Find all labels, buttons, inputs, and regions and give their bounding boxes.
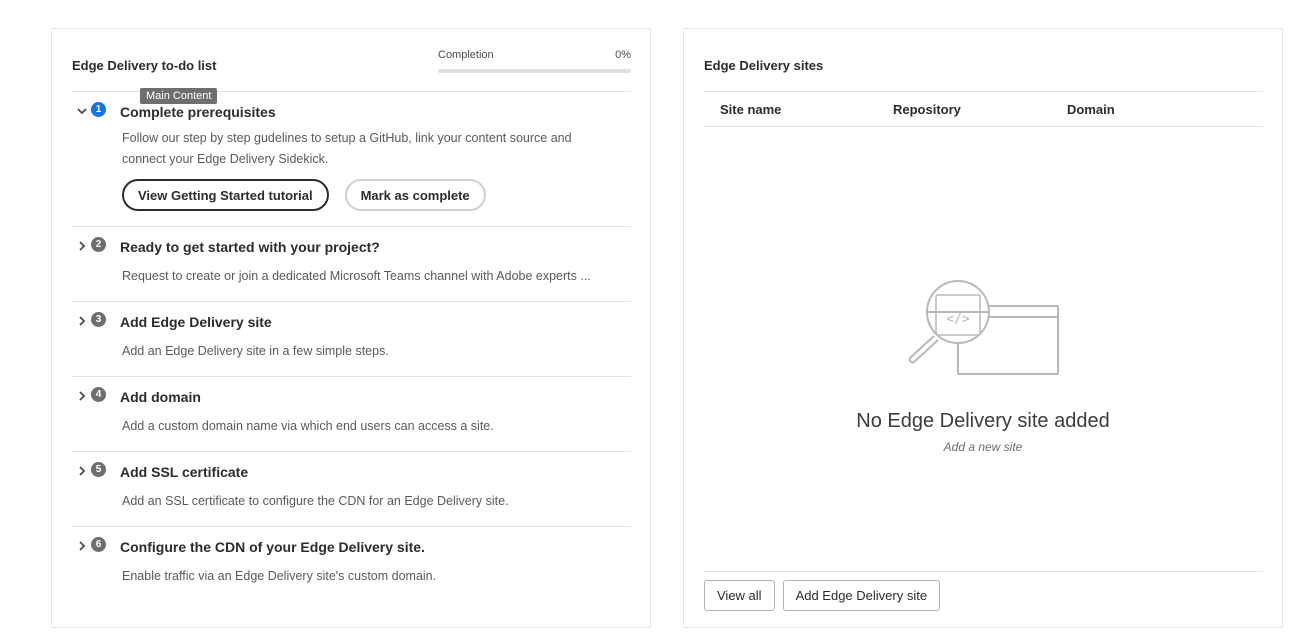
progress-track [438, 69, 631, 73]
todo-item-description: Enable traffic via an Edge Delivery site… [122, 569, 437, 583]
todo-item-title: Add Edge Delivery site [120, 314, 272, 330]
todo-item-6: 6 Configure the CDN of your Edge Deliver… [72, 526, 631, 601]
step-number: 6 [91, 537, 106, 552]
todo-item-2: 2 Ready to get started with your project… [72, 226, 631, 301]
add-site-button[interactable]: Add Edge Delivery site [782, 580, 941, 611]
code-search-icon: </> [904, 272, 1064, 387]
completion-label: Completion [438, 49, 494, 61]
todo-item-description: Add an Edge Delivery site in a few simpl… [122, 344, 389, 358]
step-number: 3 [91, 312, 106, 327]
view-all-button[interactable]: View all [704, 580, 775, 611]
todo-item-description: Request to create or join a dedicated Mi… [122, 269, 591, 283]
chevron-down-icon[interactable] [76, 104, 88, 118]
mark-complete-button[interactable]: Mark as complete [344, 179, 486, 211]
completion-meter: Completion 0% [438, 49, 631, 73]
step-number: 4 [91, 387, 106, 402]
column-site-name[interactable]: Site name [720, 102, 781, 117]
todo-item-description: Add an SSL certificate to configure the … [122, 494, 509, 508]
chevron-right-icon[interactable] [76, 464, 88, 478]
chevron-right-icon[interactable] [76, 239, 88, 253]
sites-table-header: Site name Repository Domain [704, 91, 1263, 127]
todo-item-title: Ready to get started with your project? [120, 239, 380, 255]
svg-text:</>: </> [946, 312, 970, 327]
todo-list: 1 Complete prerequisites Follow our step… [72, 91, 631, 601]
chevron-right-icon[interactable] [76, 539, 88, 553]
footer-divider [704, 571, 1263, 572]
todo-item-5: 5 Add SSL certificate Add an SSL certifi… [72, 451, 631, 526]
sites-card-title: Edge Delivery sites [704, 58, 824, 73]
todo-card-title: Edge Delivery to-do list [72, 58, 217, 73]
todo-item-title: Add SSL certificate [120, 464, 249, 480]
chevron-right-icon[interactable] [76, 314, 88, 328]
todo-item-1: 1 Complete prerequisites Follow our step… [72, 91, 631, 226]
empty-state-subtitle: Add a new site [943, 440, 1023, 454]
step-number: 2 [91, 237, 106, 252]
step-number: 1 [91, 102, 106, 117]
tooltip: Main Content [140, 88, 218, 104]
todo-item-title: Complete prerequisites [120, 104, 276, 120]
todo-item-description: Follow our step by step gudelines to set… [122, 131, 572, 166]
view-tutorial-button[interactable]: View Getting Started tutorial [122, 179, 329, 211]
todo-item-3: 3 Add Edge Delivery site Add an Edge Del… [72, 301, 631, 376]
todo-item-title: Add domain [120, 389, 201, 405]
column-repository[interactable]: Repository [893, 102, 961, 117]
todo-card: Edge Delivery to-do list Completion 0% M… [51, 28, 651, 628]
step-number: 5 [91, 462, 106, 477]
empty-state-title: No Edge Delivery site added [856, 410, 1110, 432]
column-domain[interactable]: Domain [1067, 102, 1115, 117]
todo-item-4: 4 Add domain Add a custom domain name vi… [72, 376, 631, 451]
todo-item-title: Configure the CDN of your Edge Delivery … [120, 539, 425, 555]
todo-item-description: Add a custom domain name via which end u… [122, 419, 494, 433]
sites-card: Edge Delivery sites Site name Repository… [683, 28, 1283, 628]
completion-value: 0% [615, 49, 631, 61]
chevron-right-icon[interactable] [76, 389, 88, 403]
